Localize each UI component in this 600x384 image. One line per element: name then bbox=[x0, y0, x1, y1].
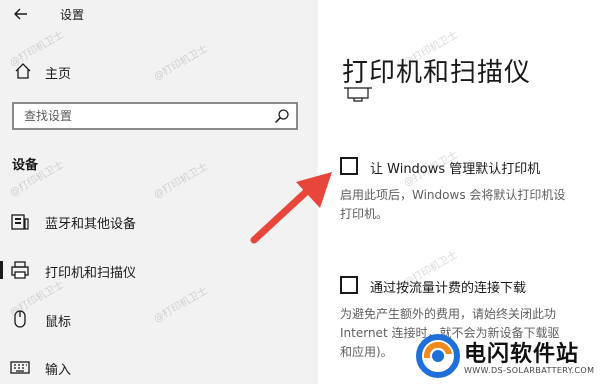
sidebar-item-bluetooth[interactable]: 蓝牙和其他设备 bbox=[0, 206, 318, 236]
printer-icon bbox=[344, 87, 372, 102]
mouse-icon bbox=[14, 310, 26, 328]
back-button[interactable] bbox=[10, 4, 32, 24]
brand-url: WWW.DS-SOLARBATTERY.COM bbox=[464, 366, 595, 375]
home-icon bbox=[15, 63, 31, 79]
search-input[interactable] bbox=[24, 107, 244, 125]
metered-download-label: 通过按流量计费的连接下载 bbox=[370, 281, 527, 296]
sidebar-item-typing[interactable]: 输入 bbox=[0, 352, 318, 382]
description-line: 启用此项后，Windows 会将默认打印机设 bbox=[340, 188, 566, 202]
brand-logo-icon bbox=[416, 334, 460, 378]
keyboard-icon bbox=[11, 214, 29, 230]
default-printer-description: 启用此项后，Windows 会将默认打印机设 打印机。 bbox=[340, 186, 600, 224]
app-title: 设置 bbox=[60, 8, 85, 22]
sidebar-item-printers[interactable]: 打印机和扫描仪 bbox=[0, 255, 318, 285]
sidebar-item-label: 蓝牙和其他设备 bbox=[45, 217, 137, 232]
description-line: 打印机。 bbox=[340, 207, 389, 221]
settings-sidebar: 设置 主页 设备 蓝牙和其他设备 打印机和扫描仪 bbox=[0, 0, 318, 384]
search-box[interactable] bbox=[12, 102, 298, 130]
sidebar-item-label: 打印机和扫描仪 bbox=[45, 266, 137, 281]
brand-name: 电闪软件站 bbox=[464, 342, 580, 367]
default-printer-checkbox[interactable] bbox=[340, 157, 358, 175]
sidebar-item-label: 鼠标 bbox=[45, 315, 72, 330]
default-printer-label: 让 Windows 管理默认打印机 bbox=[370, 162, 541, 177]
brand-logo: 电闪软件站 WWW.DS-SOLARBATTERY.COM bbox=[412, 326, 600, 384]
back-arrow-icon bbox=[14, 8, 27, 20]
search-icon[interactable] bbox=[274, 108, 290, 124]
sidebar-item-home[interactable]: 主页 bbox=[0, 58, 318, 84]
keyboard-icon bbox=[10, 361, 30, 374]
sidebar-item-mouse[interactable]: 鼠标 bbox=[0, 304, 318, 334]
metered-download-checkbox[interactable] bbox=[340, 276, 358, 294]
section-heading-devices: 设备 bbox=[12, 158, 39, 173]
sidebar-item-label: 主页 bbox=[45, 67, 72, 82]
printer-icon bbox=[11, 261, 29, 279]
page-title: 打印机和扫描仪 bbox=[342, 58, 532, 88]
sidebar-item-label: 输入 bbox=[45, 363, 72, 378]
description-line: 为避免产生额外的费用，请始终关闭此功 bbox=[340, 307, 557, 321]
